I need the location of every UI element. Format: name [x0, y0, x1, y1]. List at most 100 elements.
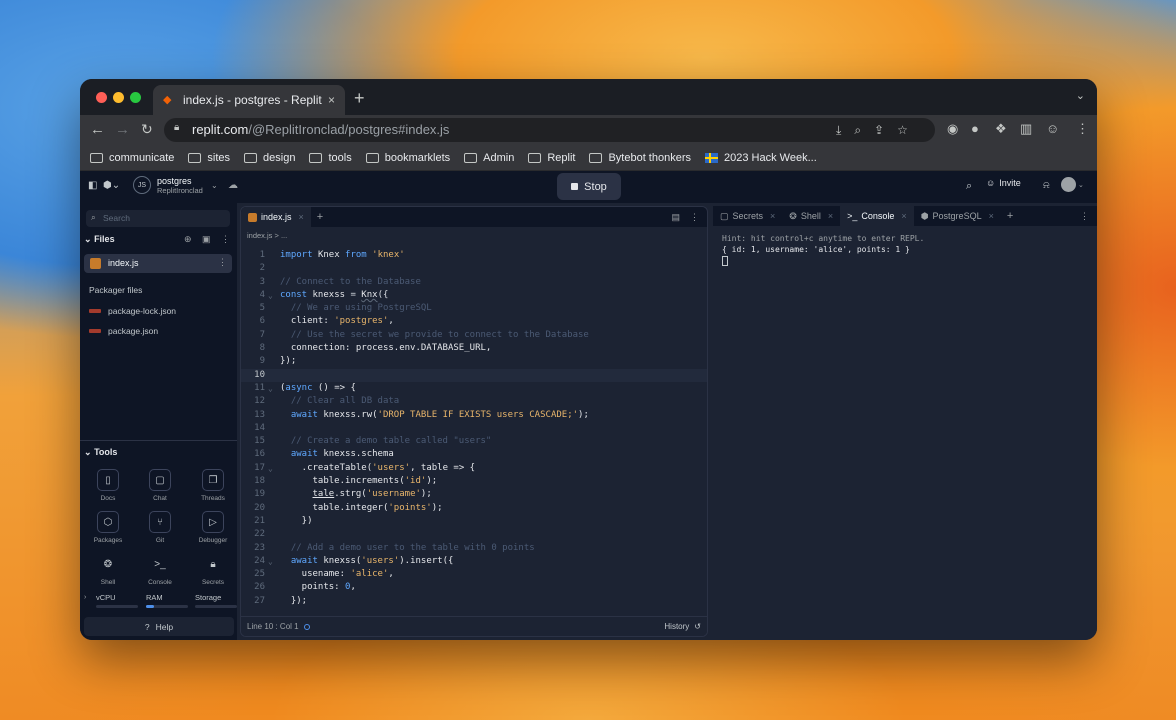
file-item-index-js[interactable]: index.js ⋮ — [84, 254, 232, 273]
tab-secrets[interactable]: ▢ Secrets × — [713, 206, 782, 226]
bookmark-item[interactable]: Admin — [464, 152, 514, 164]
tool-packages[interactable]: ⬡ Packages — [88, 511, 128, 544]
bookmark-label: bookmarklets — [384, 151, 451, 164]
chat-bubble-icon: ▢ — [149, 469, 171, 491]
code-line: 25 usename: 'alice', — [254, 569, 394, 580]
bookmark-item[interactable]: Replit — [528, 152, 575, 164]
code-line: 1 import Knex from 'knex' — [259, 250, 405, 260]
history-clock-icon[interactable]: ↺ — [694, 622, 701, 631]
forward-arrow-icon[interactable]: → — [115, 121, 130, 138]
tool-shell[interactable]: ❂ Shell — [88, 553, 128, 587]
tool-chat[interactable]: ▢ Chat — [140, 469, 180, 502]
search-input[interactable]: ⌕ Search — [86, 210, 230, 227]
invite-button[interactable]: ☺ Invite — [986, 178, 1021, 188]
editor-menu-icon[interactable]: ⋮ — [690, 212, 699, 223]
code-line: 6 client: 'postgres', — [259, 316, 394, 327]
close-window-button[interactable] — [96, 92, 107, 103]
tool-debugger[interactable]: ▷ Debugger — [193, 511, 233, 544]
cursor-position[interactable]: Line 10 : Col 1 — [247, 622, 299, 631]
tab-postgresql[interactable]: ⬢ PostgreSQL × — [914, 206, 1001, 226]
tool-label: Packages — [93, 537, 123, 544]
side-panel-icon[interactable]: ▥ — [1020, 121, 1032, 137]
repl-title[interactable]: postgres ReplitIronclad — [157, 176, 203, 196]
search-icon: ⌕ — [91, 212, 96, 222]
code-area[interactable]: 1 import Knex from 'knex' 2 3// Connect t… — [241, 249, 707, 608]
bookmark-star-icon[interactable]: ☆ — [897, 123, 908, 138]
close-icon[interactable]: × — [989, 211, 994, 221]
code-line: 26 points: 0, — [254, 582, 356, 593]
share-icon[interactable]: ⇪ — [874, 123, 884, 138]
sidebar-toggle-icon[interactable]: ◧ — [88, 180, 97, 191]
bookmark-item[interactable]: bookmarklets — [365, 151, 451, 164]
code-line: 14 — [254, 422, 265, 433]
tab-close-icon[interactable]: × — [328, 93, 335, 107]
bell-icon[interactable]: ⍾ — [1043, 180, 1050, 191]
chevron-down-icon[interactable]: ⌄ — [211, 181, 218, 190]
history-button[interactable]: History — [664, 622, 689, 631]
files-section-header[interactable]: ⌄ Files — [84, 234, 115, 245]
minimize-window-button[interactable] — [113, 92, 124, 103]
address-bar[interactable]: 🔒︎ replit.com/@ReplitIronclad/postgres#i… — [164, 118, 935, 142]
avatar[interactable] — [1061, 177, 1076, 192]
tab-index-js[interactable]: index.js × — [241, 207, 311, 227]
extensions-puzzle-icon[interactable]: ❖ — [995, 121, 1007, 137]
tool-secrets[interactable]: 🔒︎ Secrets — [193, 553, 233, 587]
tool-docs[interactable]: ▯ Docs — [88, 469, 128, 502]
back-arrow-icon[interactable]: ← — [90, 121, 105, 138]
tools-section-header[interactable]: ⌄ Tools — [84, 447, 117, 458]
tool-console[interactable]: >_ Console — [140, 553, 180, 587]
stop-button[interactable]: Stop — [557, 173, 621, 200]
resources-chevron-icon[interactable]: › — [84, 594, 86, 601]
bookmark-item[interactable]: tools — [309, 152, 352, 164]
folder-icon — [188, 152, 202, 163]
close-icon[interactable]: × — [828, 211, 833, 221]
console-line: Hint: hit control+c anytime to enter REP… — [722, 234, 925, 243]
tool-threads[interactable]: ❐ Threads — [193, 469, 233, 502]
bookmark-item[interactable]: sites — [188, 152, 230, 164]
close-icon[interactable]: × — [299, 212, 304, 222]
resource-label: Storage — [195, 593, 222, 602]
code-line: 9}); — [259, 356, 297, 367]
browser-menu-icon[interactable]: ⋮ — [1076, 121, 1089, 137]
files-menu-icon[interactable]: ⋮ — [221, 234, 230, 245]
add-tab-icon[interactable]: + — [1007, 210, 1013, 222]
code-line: 20 table.integer('points'); — [254, 502, 443, 513]
close-icon[interactable]: × — [770, 211, 775, 221]
close-icon[interactable]: × — [901, 211, 906, 221]
tool-git[interactable]: ⑂ Git — [140, 511, 180, 544]
file-menu-icon[interactable]: ⋮ — [218, 257, 227, 268]
new-file-icon[interactable]: ⊕ — [184, 234, 192, 245]
zoom-window-button[interactable] — [130, 92, 141, 103]
bookmark-item[interactable]: Bytebot thonkers — [589, 152, 691, 164]
tab-search-chevron-icon[interactable]: ⌄ — [1076, 89, 1085, 102]
panel-menu-icon[interactable]: ⋮ — [1080, 211, 1089, 222]
tab-console[interactable]: >_ Console × — [840, 206, 914, 226]
tab-shell[interactable]: ❂ Shell × — [782, 206, 840, 226]
new-folder-icon[interactable]: ▣ — [202, 234, 211, 245]
search-icon[interactable]: ⌕ — [966, 180, 972, 193]
resource-label: vCPU — [96, 593, 116, 602]
dark-extension-icon[interactable]: ● — [971, 121, 979, 136]
bookmark-label: design — [263, 151, 296, 164]
add-tab-icon[interactable]: + — [317, 211, 323, 223]
new-tab-button[interactable]: + — [354, 88, 365, 109]
file-item-package-lock[interactable]: package-lock.json — [89, 306, 176, 316]
bookmark-item[interactable]: communicate — [90, 152, 174, 164]
browser-tab[interactable]: ◆ index.js - postgres - Replit × — [153, 85, 345, 115]
split-editor-icon[interactable]: ▤ — [671, 212, 680, 223]
console-output[interactable]: Hint: hit control+c anytime to enter REP… — [722, 233, 924, 266]
code-line: 4 ⌄ const knexss = Knx({ — [259, 289, 389, 300]
file-item-package-json[interactable]: package.json — [89, 326, 158, 336]
help-button[interactable]: ? Help — [84, 617, 234, 636]
profile-extension-icon[interactable]: ◉ — [947, 121, 958, 137]
zoom-icon[interactable]: ⌕ — [854, 123, 861, 138]
bookmark-item[interactable]: 2023 Hack Week... — [705, 152, 817, 164]
chevron-down-icon[interactable]: ⌄ — [1078, 181, 1084, 189]
breadcrumb[interactable]: index.js > ... — [247, 231, 287, 240]
bookmark-item[interactable]: design — [244, 152, 295, 164]
replit-logo-icon[interactable]: ⬢⌄ — [103, 180, 120, 191]
install-app-icon[interactable]: ⤓ — [836, 123, 841, 138]
cube-icon: ⬡ — [97, 511, 119, 533]
profile-avatar-icon[interactable]: ☺ — [1046, 121, 1059, 136]
reload-icon[interactable]: ↻ — [141, 121, 153, 138]
